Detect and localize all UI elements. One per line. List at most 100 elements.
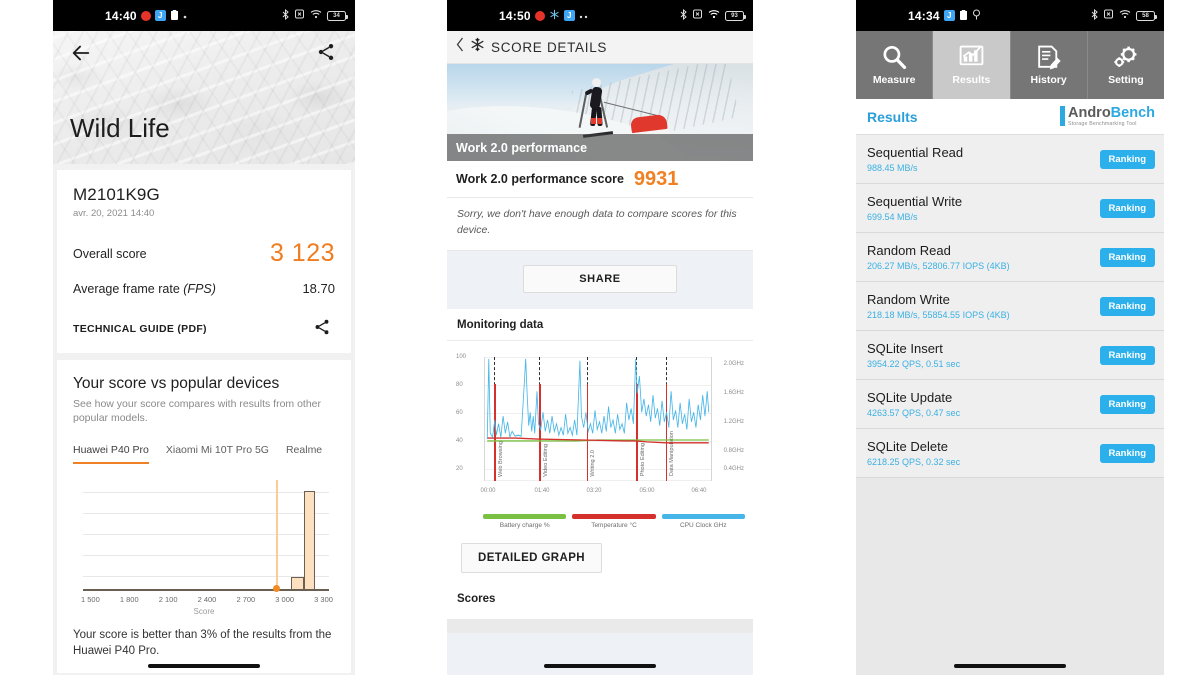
table-row: Sequential Write 699.54 MB/s Ranking [856, 184, 1164, 233]
metric-title: Sequential Read [867, 145, 964, 160]
metric-value: 6218.25 QPS, 0.32 sec [867, 457, 961, 467]
comparison-title: Your score vs popular devices [73, 375, 280, 392]
xtick-0320: 03:20 [586, 487, 602, 494]
tab-huawei-p40-pro[interactable]: Huawei P40 Pro [73, 444, 149, 465]
tab-setting-label: Setting [1108, 74, 1144, 86]
page-title: Results [867, 108, 918, 125]
ranking-button[interactable]: Ranking [1099, 198, 1155, 218]
tab-xiaomi-mi-10t-pro-5g[interactable]: Xiaomi Mi 10T Pro 5G [166, 444, 269, 464]
battery-icon: 34 [327, 10, 348, 21]
screenshot-stage: 14:40 J 34 Wild Life M2101K9G avr. 20, 2… [0, 0, 1200, 675]
app-badge-icon: J [563, 10, 575, 21]
xtick-0140: 01:40 [534, 487, 550, 494]
back-arrow-icon[interactable] [70, 42, 92, 64]
legend-temperature-label: Temperature °C [591, 521, 637, 529]
snowflake-icon [549, 9, 560, 23]
monitoring-data-chart: 100 80 60 40 20 2.0GHz 1.6GHz 1.2GHz 0.8… [454, 350, 746, 509]
status-time: 14:34 [908, 8, 940, 23]
device-tabs: Huawei P40 Pro Xiaomi Mi 10T Pro 5G Real… [73, 444, 335, 465]
wifi-icon [708, 9, 720, 22]
ytick-60: 60 [456, 409, 463, 416]
comparison-note: Sorry, we don't have enough data to comp… [447, 198, 753, 251]
tab-history[interactable]: History [1010, 31, 1088, 99]
ytick-80: 80 [456, 381, 463, 388]
chart-x-tick-labels: 1 500 1 800 2 100 2 400 2 700 3 000 3 30… [81, 595, 333, 604]
ranking-button[interactable]: Ranking [1099, 443, 1155, 463]
metric-value: 218.18 MB/s, 55854.55 IOPS (4KB) [867, 310, 1010, 320]
app-badge-icon: J [943, 10, 955, 21]
ranking-button[interactable]: Ranking [1099, 296, 1155, 316]
y2tick-12ghz: 1.2GHz [723, 418, 744, 425]
overall-score-label: Overall score [73, 246, 147, 261]
app-bar: SCORE DETAILS [447, 31, 753, 64]
metric-value: 699.54 MB/s [867, 212, 918, 222]
table-row: Random Read 206.27 MB/s, 52806.77 IOPS (… [856, 233, 1164, 282]
tab-measure[interactable]: Measure [856, 31, 934, 99]
ytick-40: 40 [456, 437, 463, 444]
gesture-bar[interactable] [954, 664, 1066, 668]
share-icon[interactable] [313, 318, 335, 340]
status-left: 14:50 J [499, 9, 588, 23]
overall-score-value: 3 123 [269, 239, 335, 267]
trash-icon [959, 9, 968, 23]
battery-icon: 58 [1136, 10, 1157, 21]
score-distribution-chart [83, 480, 329, 593]
phone-1-body: Wild Life M2101K9G avr. 20, 2021 14:40 O… [53, 31, 355, 675]
score-value: 9931 [633, 167, 679, 190]
ranking-button[interactable]: Ranking [1099, 247, 1155, 267]
main-nav-tabs: Measure Results History Setting [856, 31, 1164, 99]
tab-setting[interactable]: Setting [1087, 31, 1164, 99]
ranking-button[interactable]: Ranking [1099, 394, 1155, 414]
share-button[interactable]: SHARE [523, 264, 677, 293]
status-time: 14:40 [105, 8, 137, 23]
xtick-2400: 2 400 [197, 595, 217, 605]
table-row: Random Write 218.18 MB/s, 55854.55 IOPS … [856, 282, 1164, 331]
share-section: SHARE [447, 250, 753, 309]
status-right: 34 [282, 8, 348, 23]
wifi-icon [1119, 9, 1131, 22]
metric-title: SQLite Insert [867, 341, 943, 356]
metric-value: 4263.57 QPS, 0.47 sec [867, 408, 961, 418]
monitoring-header: Monitoring data [447, 309, 753, 341]
hero-caption: Work 2.0 performance [447, 134, 753, 161]
chart-legend: Battery charge % Temperature °C CPU Cloc… [483, 513, 745, 529]
technical-guide-label[interactable]: TECHNICAL GUIDE (PDF) [73, 323, 207, 335]
detailed-graph-section: DETAILED GRAPH [447, 528, 753, 587]
share-icon[interactable] [316, 42, 338, 64]
technical-guide-row[interactable]: TECHNICAL GUIDE (PDF) [73, 318, 335, 340]
legend-battery-charge: Battery charge % [483, 513, 567, 529]
y2tick-20ghz: 2.0GHz [723, 360, 744, 367]
table-row: SQLite Update 4263.57 QPS, 0.47 sec Rank… [856, 380, 1164, 429]
y2tick-08ghz: 0.8GHz [723, 447, 744, 454]
red-sled [629, 114, 668, 136]
ranking-button[interactable]: Ranking [1099, 149, 1155, 169]
status-right: 58 [1091, 8, 1157, 23]
search-icon [881, 44, 908, 71]
bluetooth-icon [1091, 8, 1098, 23]
tab-results-label: Results [952, 74, 991, 86]
xtick-2700: 2 700 [236, 595, 256, 605]
score-summary-row: Work 2.0 performance score 9931 [447, 161, 753, 198]
hero-banner: Wild Life [53, 31, 355, 164]
metric-value: 3954.22 QPS, 0.51 sec [867, 359, 961, 369]
status-right: 93 [680, 8, 746, 23]
status-time: 14:50 [499, 8, 531, 23]
comparison-card: Your score vs popular devices See how yo… [57, 360, 351, 673]
comparison-verdict: Your score is better than 3% of the resu… [73, 629, 332, 658]
location-icon [972, 9, 981, 23]
ytick-100: 100 [456, 353, 467, 360]
fps-row: Average frame rate (FPS) 18.70 [73, 281, 335, 296]
ranking-button[interactable]: Ranking [1099, 345, 1155, 365]
hero-banner-skier: Work 2.0 performance [447, 64, 753, 161]
gesture-bar[interactable] [148, 664, 260, 668]
record-dot-icon [140, 10, 151, 21]
app-badge-icon: J [154, 10, 166, 21]
gesture-bar[interactable] [544, 664, 656, 668]
back-chevron-icon[interactable] [456, 37, 464, 57]
detailed-graph-button[interactable]: DETAILED GRAPH [461, 542, 602, 573]
tab-realme[interactable]: Realme [286, 444, 322, 464]
tab-results[interactable]: Results [933, 31, 1011, 99]
androbench-logo: AndroBench Storage Benchmarking Tool [1059, 105, 1155, 127]
legend-cpu-label: CPU Clock GHz [680, 521, 727, 529]
your-score-marker-line [276, 480, 278, 590]
